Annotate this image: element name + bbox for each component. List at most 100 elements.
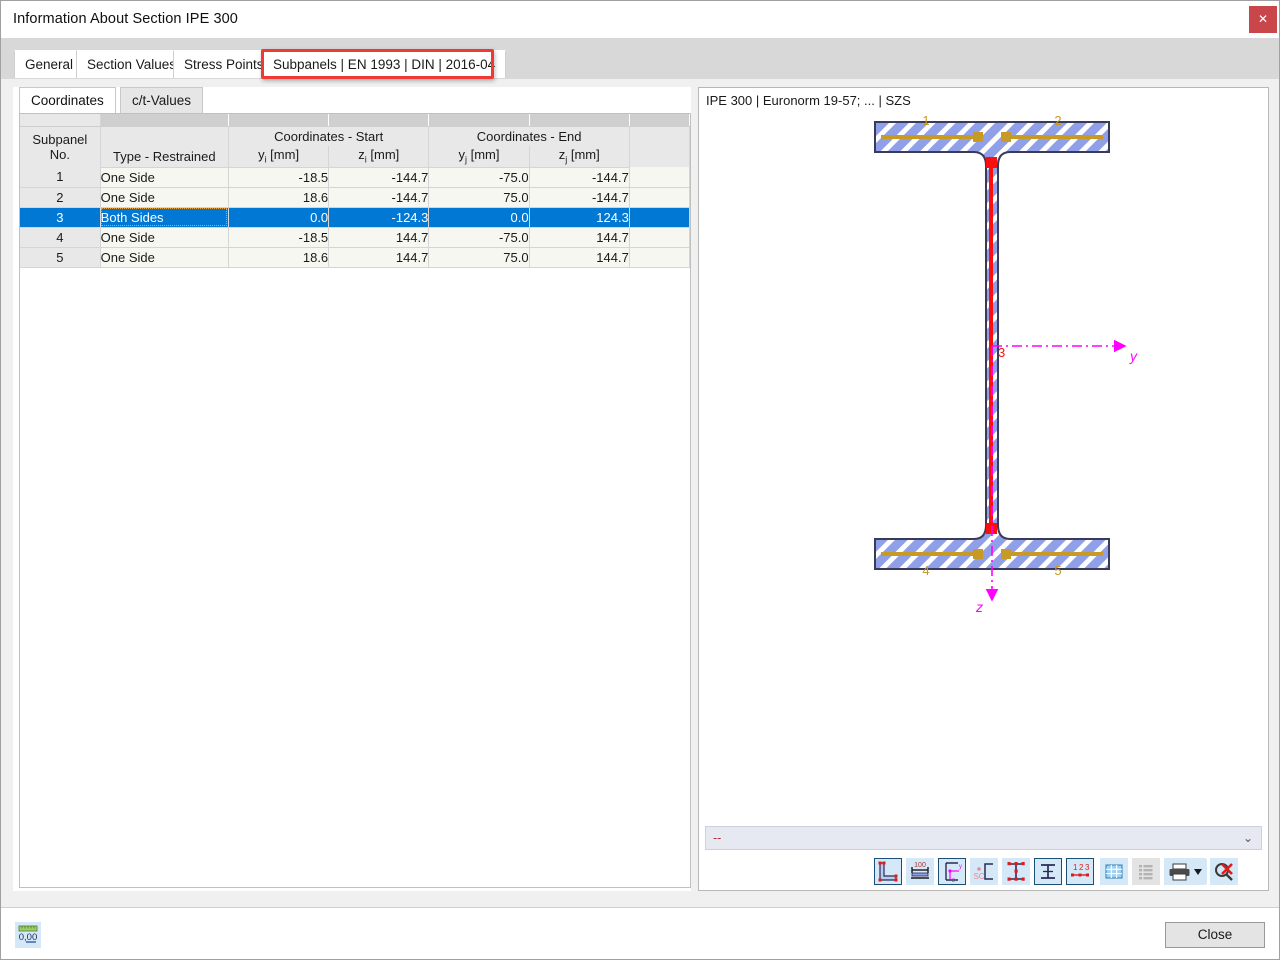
axis-y-label: y bbox=[1129, 348, 1138, 364]
cell-zj[interactable]: -144.7 bbox=[529, 187, 630, 208]
cell-yi[interactable]: -18.5 bbox=[228, 227, 330, 248]
cell-no: 2 bbox=[20, 187, 101, 208]
cell-zi[interactable]: 144.7 bbox=[328, 227, 430, 248]
band-cell bbox=[529, 114, 630, 127]
group-header-empty-1 bbox=[100, 126, 229, 146]
clear-selection-button[interactable] bbox=[1210, 858, 1238, 885]
cell-type[interactable]: Both Sides bbox=[100, 207, 229, 228]
section-drawing-canvas[interactable]: 1 2 3 4 5 y z bbox=[700, 114, 1267, 824]
cell-zi[interactable]: -144.7 bbox=[328, 187, 430, 208]
cell-type[interactable]: One Side bbox=[100, 227, 229, 248]
print-button[interactable] bbox=[1164, 858, 1207, 885]
tab-general[interactable]: General bbox=[14, 50, 85, 79]
header-line-2: No. bbox=[49, 146, 70, 162]
cell-zj[interactable]: -144.7 bbox=[529, 167, 630, 188]
hdr-yi-unit: [mm] bbox=[266, 147, 300, 163]
column-header-trailing bbox=[629, 126, 691, 167]
band-cell bbox=[228, 114, 330, 127]
cell-type[interactable]: One Side bbox=[100, 247, 229, 268]
table-band-row bbox=[20, 114, 691, 127]
cell-yj[interactable]: -75.0 bbox=[428, 167, 530, 188]
cell-trailing bbox=[629, 167, 691, 188]
cell-yi[interactable]: -18.5 bbox=[228, 167, 330, 188]
cell-trailing bbox=[629, 187, 691, 208]
cell-type[interactable]: One Side bbox=[100, 167, 229, 188]
close-button[interactable]: Close bbox=[1165, 922, 1265, 948]
axis-z-label: z bbox=[975, 599, 983, 615]
column-header-yj[interactable]: yj [mm] bbox=[428, 146, 530, 168]
column-header-yi[interactable]: yi [mm] bbox=[228, 146, 330, 168]
units-decimal-places-button[interactable]: 0,00 bbox=[15, 922, 41, 948]
subpanel-label-1: 1 bbox=[922, 114, 929, 128]
cell-type[interactable]: One Side bbox=[100, 187, 229, 208]
cell-zj[interactable]: 144.7 bbox=[529, 227, 630, 248]
section-drawing-svg: 1 2 3 4 5 y z bbox=[874, 114, 1138, 615]
shear-center-button[interactable]: SC bbox=[970, 858, 998, 885]
cell-no: 3 bbox=[20, 207, 101, 228]
tab-subpanels[interactable]: Subpanels | EN 1993 | DIN | 2016-04 bbox=[262, 50, 507, 79]
cell-trailing bbox=[629, 207, 691, 228]
cell-zi[interactable]: -124.3 bbox=[328, 207, 430, 228]
cell-yi[interactable]: 18.6 bbox=[228, 187, 330, 208]
column-header-zi[interactable]: zi [mm] bbox=[328, 146, 430, 168]
stress-points-button[interactable] bbox=[1002, 858, 1030, 885]
axes-origin-button[interactable]: y z bbox=[938, 858, 966, 885]
dimensions-button[interactable]: 100 bbox=[906, 858, 934, 885]
subtab-coordinates[interactable]: Coordinates bbox=[19, 87, 116, 113]
subtab-ct-values[interactable]: c/t-Values bbox=[120, 87, 204, 113]
header-line-1: Subpanel bbox=[32, 131, 88, 147]
coordinates-pane: Coordinates c/t-Values Subpanel No. Coor… bbox=[13, 87, 691, 891]
subpanel-label-3: 3 bbox=[998, 345, 1005, 360]
units-value: 0,00 bbox=[19, 932, 38, 943]
subpanel-label-5: 5 bbox=[1054, 563, 1061, 578]
cell-no: 1 bbox=[20, 167, 101, 188]
column-header-type-restrained[interactable]: Type - Restrained bbox=[100, 146, 229, 168]
numbering-button[interactable]: 1 2 3 bbox=[1066, 858, 1094, 885]
cell-yj[interactable]: 75.0 bbox=[428, 247, 530, 268]
dialog-footer: 0,00 Close bbox=[1, 907, 1279, 959]
column-header-zj[interactable]: zj [mm] bbox=[529, 146, 630, 168]
cell-trailing bbox=[629, 227, 691, 248]
svg-text:SC: SC bbox=[973, 872, 984, 881]
chevron-down-icon[interactable]: ⌄ bbox=[1243, 827, 1253, 850]
cell-zj[interactable]: 144.7 bbox=[529, 247, 630, 268]
parts-button[interactable] bbox=[1034, 858, 1062, 885]
axis-y: y bbox=[992, 339, 1138, 364]
table-row[interactable]: 2 One Side 18.6 -144.7 75.0 -144.7 bbox=[20, 187, 691, 208]
column-header-subpanel-no[interactable]: Subpanel No. bbox=[20, 126, 101, 167]
subpanels-table-body: 1 One Side -18.5 -144.7 -75.0 -144.7 2 O… bbox=[20, 167, 691, 268]
tab-stress-points[interactable]: Stress Points bbox=[173, 50, 275, 79]
view-selector-combo[interactable]: -- ⌄ bbox=[705, 826, 1262, 850]
subpanels-table-frame: Subpanel No. Coordinates - Start Coordin… bbox=[19, 113, 691, 888]
cell-zi[interactable]: 144.7 bbox=[328, 247, 430, 268]
svg-text:y: y bbox=[959, 864, 962, 870]
grid-button[interactable] bbox=[1100, 858, 1128, 885]
cell-yi[interactable]: 18.6 bbox=[228, 247, 330, 268]
cell-yj[interactable]: 0.0 bbox=[428, 207, 530, 228]
cell-no: 5 bbox=[20, 247, 101, 268]
hdr-zi-unit: [mm] bbox=[366, 147, 400, 163]
cell-no: 4 bbox=[20, 227, 101, 248]
tab-section-values[interactable]: Section Values bbox=[76, 50, 188, 79]
table-row[interactable]: 4 One Side -18.5 144.7 -75.0 144.7 bbox=[20, 227, 691, 248]
section-shape-button[interactable] bbox=[874, 858, 902, 885]
cell-zj[interactable]: 124.3 bbox=[529, 207, 630, 228]
cell-yi[interactable]: 0.0 bbox=[228, 207, 330, 228]
table-group-header-row: Subpanel No. Coordinates - Start Coordin… bbox=[20, 126, 691, 167]
table-row-selected[interactable]: 3 Both Sides 0.0 -124.3 0.0 124.3 bbox=[20, 207, 691, 228]
svg-text:z: z bbox=[952, 878, 955, 884]
table-row[interactable]: 1 One Side -18.5 -144.7 -75.0 -144.7 bbox=[20, 167, 691, 188]
section-caption: IPE 300 | Euronorm 19-57; ... | SZS bbox=[706, 93, 911, 108]
cell-zi[interactable]: -144.7 bbox=[328, 167, 430, 188]
close-icon[interactable]: ✕ bbox=[1249, 6, 1277, 33]
svg-text:2: 2 bbox=[1079, 863, 1084, 872]
title-bar: Information About Section IPE 300 ✕ bbox=[1, 1, 1279, 39]
cell-yj[interactable]: -75.0 bbox=[428, 227, 530, 248]
viewer-toolbar: 100 y z SC 1 2 3 bbox=[874, 858, 1256, 886]
section-info-dialog: Information About Section IPE 300 ✕ Gene… bbox=[0, 0, 1280, 960]
band-cell bbox=[629, 114, 691, 127]
hdr-yj-unit: [mm] bbox=[467, 147, 500, 163]
subpanel-label-2: 2 bbox=[1054, 114, 1061, 128]
table-row[interactable]: 5 One Side 18.6 144.7 75.0 144.7 bbox=[20, 247, 691, 268]
cell-yj[interactable]: 75.0 bbox=[428, 187, 530, 208]
